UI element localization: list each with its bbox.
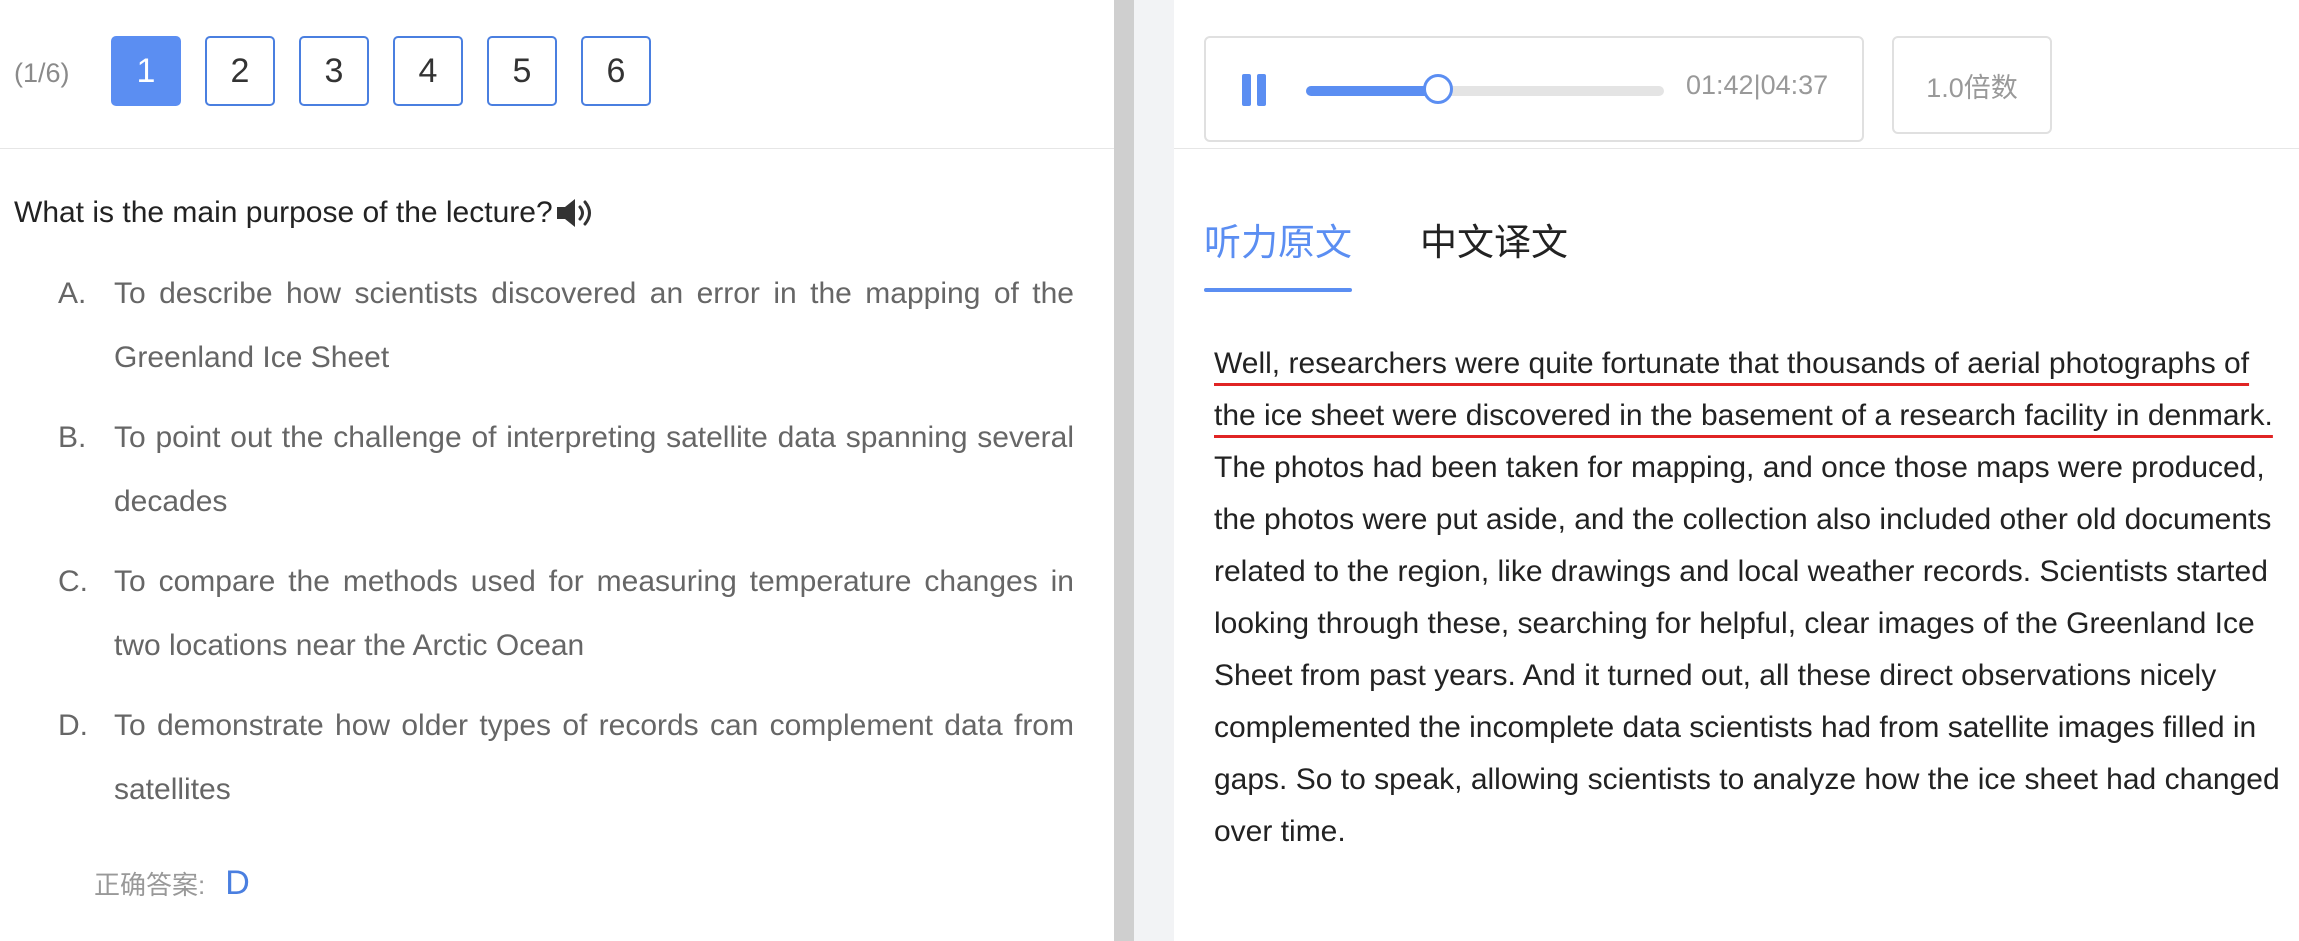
question-counter: (1/6) [14, 58, 70, 88]
transcript-scroll-area[interactable]: Sheet be included. Well, researchers wer… [1214, 298, 2284, 941]
tab-chinese-translation[interactable]: 中文译文 [1420, 212, 1568, 274]
transcript-paragraph: Well, researchers were quite fortunate t… [1214, 338, 2284, 858]
option-letter: D. [58, 709, 88, 742]
option-b[interactable]: B. To point out the challenge of interpr… [58, 406, 1074, 534]
transcript-text: Sheet be included. Well, researchers wer… [1214, 298, 2284, 884]
speaker-icon[interactable] [555, 196, 597, 230]
page: (1/6) 1 2 3 4 5 6 What is the main purpo… [0, 0, 2299, 941]
option-letter: C. [58, 565, 88, 598]
progress-thumb[interactable] [1422, 74, 1453, 104]
question-stem: What is the main purpose of the lecture? [14, 196, 597, 230]
transcript-pane: 01:42|04:37 1.0倍数 听力原文 中文译文 Sheet be inc… [1174, 0, 2299, 941]
question-button-1[interactable]: 1 [111, 36, 181, 106]
pane-splitter[interactable] [1114, 0, 1134, 941]
question-number-buttons: 1 2 3 4 5 6 [111, 36, 651, 106]
question-text: What is the main purpose of the lecture? [14, 196, 553, 229]
question-pane: (1/6) 1 2 3 4 5 6 What is the main purpo… [0, 0, 1114, 941]
question-button-6[interactable]: 6 [581, 36, 651, 106]
tab-original-transcript[interactable]: 听力原文 [1204, 212, 1352, 292]
audio-player: 01:42|04:37 [1204, 36, 1864, 142]
correct-answer: 正确答案: D [94, 864, 250, 903]
question-button-2[interactable]: 2 [205, 36, 275, 106]
option-letter: B. [58, 421, 87, 454]
time-readout: 01:42|04:37 [1686, 70, 1829, 100]
option-text: To describe how scientists discovered an… [114, 277, 1074, 374]
correct-answer-value: D [225, 864, 250, 902]
transcript-continuation: The photos had been taken for mapping, a… [1214, 451, 2280, 848]
question-button-3[interactable]: 3 [299, 36, 369, 106]
option-c[interactable]: C. To compare the methods used for measu… [58, 550, 1074, 678]
question-navigator: (1/6) 1 2 3 4 5 6 [0, 0, 1114, 149]
question-button-5[interactable]: 5 [487, 36, 557, 106]
option-a[interactable]: A. To describe how scientists discovered… [58, 262, 1074, 390]
option-text: To point out the challenge of interpreti… [114, 421, 1074, 518]
correct-answer-label: 正确答案: [94, 870, 206, 900]
pause-icon[interactable] [1242, 74, 1268, 106]
progress-fill [1306, 86, 1438, 96]
option-text: To demonstrate how older types of record… [114, 709, 1074, 806]
answer-options: A. To describe how scientists discovered… [58, 262, 1074, 838]
pane-gutter [1134, 0, 1174, 941]
playback-speed-button[interactable]: 1.0倍数 [1892, 36, 2052, 134]
progress-slider[interactable] [1306, 74, 1664, 104]
question-button-4[interactable]: 4 [393, 36, 463, 106]
option-letter: A. [58, 277, 87, 310]
audio-player-bar: 01:42|04:37 1.0倍数 [1174, 0, 2299, 149]
transcript-tabs: 听力原文 中文译文 [1204, 212, 1568, 292]
option-d[interactable]: D. To demonstrate how older types of rec… [58, 694, 1074, 822]
option-text: To compare the methods used for measurin… [114, 565, 1074, 662]
underlined-sentence: Well, researchers were quite fortunate t… [1214, 347, 2273, 432]
transcript-paragraph-previous: Sheet be included. [1214, 298, 2284, 312]
